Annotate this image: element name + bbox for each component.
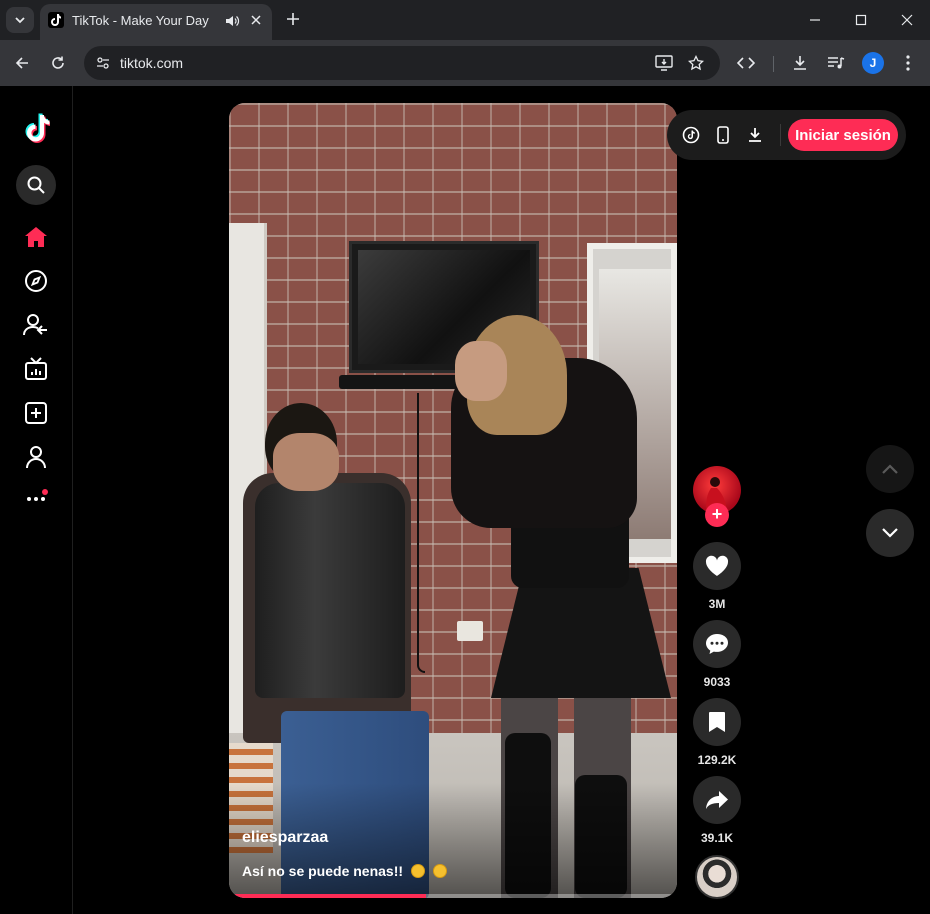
share-arrow-icon [706, 791, 728, 809]
install-app-button[interactable] [652, 51, 676, 75]
video-author[interactable]: eliesparzaa [242, 829, 328, 847]
profile-avatar[interactable]: J [862, 52, 884, 74]
download-video-button[interactable] [743, 123, 767, 147]
video-player[interactable]: eliesparzaa Así no se puede nenas!! [229, 103, 677, 898]
more-vertical-icon [906, 55, 910, 71]
download-icon [794, 56, 806, 70]
arrow-left-icon [15, 57, 28, 69]
downloads-button[interactable] [786, 49, 814, 77]
browser-toolbar: tiktok.com [0, 40, 930, 86]
heart-icon [705, 555, 729, 576]
reload-button[interactable] [44, 49, 72, 77]
search-button[interactable] [16, 165, 56, 205]
tab-search-button[interactable] [6, 7, 34, 33]
chevron-down-icon [882, 528, 898, 538]
maximize-icon [855, 14, 867, 26]
new-tab-button[interactable] [282, 8, 304, 30]
pill-divider [780, 124, 781, 146]
tab-title: TikTok - Make Your Day [72, 13, 209, 28]
plus-icon [287, 13, 299, 25]
tv-icon [25, 357, 47, 380]
compass-icon [25, 270, 47, 292]
comment-icon [706, 634, 728, 654]
user-follow-icon [23, 314, 47, 336]
share-button[interactable] [693, 776, 741, 824]
nav-profile[interactable] [22, 443, 50, 471]
tab-close-button[interactable] [246, 10, 266, 30]
address-bar[interactable]: tiktok.com [84, 46, 720, 80]
tiktok-logo-icon[interactable] [22, 112, 51, 144]
video-scene-soundbar [339, 375, 459, 389]
nav-upload[interactable] [22, 399, 50, 427]
top-actions-bar: Iniciar sesión [667, 110, 906, 160]
close-icon [901, 14, 913, 26]
video-scene-outlet [457, 621, 483, 641]
user-icon [26, 446, 46, 469]
more-dots-icon [27, 497, 45, 501]
browser-menu-button[interactable] [894, 49, 922, 77]
reload-icon [52, 56, 64, 69]
media-controls-button[interactable] [822, 49, 850, 77]
sidebar [0, 86, 73, 914]
video-scene-cable [417, 393, 425, 673]
browser-tab-bar: TikTok - Make Your Day [0, 0, 930, 40]
download-icon [749, 128, 761, 142]
like-button[interactable] [693, 542, 741, 590]
speaker-icon[interactable] [224, 13, 240, 29]
tune-icon [97, 57, 109, 69]
login-button[interactable]: Iniciar sesión [788, 119, 898, 151]
search-icon [27, 176, 45, 194]
minimize-button[interactable] [792, 0, 838, 40]
notification-dot [42, 489, 48, 495]
get-coins-button[interactable] [679, 123, 703, 147]
star-icon [688, 55, 704, 71]
like-count: 3M [708, 597, 726, 611]
code-icon [737, 57, 755, 69]
site-settings-button[interactable] [90, 50, 116, 76]
back-button[interactable] [8, 49, 36, 77]
tears-of-joy-icon [432, 864, 447, 878]
nav-explore[interactable] [22, 267, 50, 295]
phone-icon [717, 126, 729, 144]
video-progress-bar[interactable] [229, 894, 677, 898]
nav-following[interactable] [22, 311, 50, 339]
home-icon [25, 227, 47, 247]
chevron-up-icon [882, 464, 898, 474]
comment-count: 9033 [703, 675, 731, 689]
previous-video-button[interactable] [866, 445, 914, 493]
music-disc-avatar[interactable] [695, 855, 739, 899]
caption-text: Así no se puede nenas!! [242, 863, 404, 879]
smiling-face-icon [410, 864, 425, 878]
minimize-icon [810, 19, 820, 21]
tiktok-favicon-icon [48, 12, 64, 28]
window-close-button[interactable] [884, 0, 930, 40]
save-button[interactable] [693, 698, 741, 746]
next-video-button[interactable] [866, 509, 914, 557]
playlist-music-icon [828, 57, 845, 69]
video-caption: Así no se puede nenas!! [242, 863, 447, 879]
nav-home[interactable] [22, 223, 50, 251]
chevron-down-icon [15, 17, 25, 24]
bookmark-star-button[interactable] [684, 51, 708, 75]
maximize-button[interactable] [838, 0, 884, 40]
comment-button[interactable] [693, 620, 741, 668]
devtools-button[interactable] [732, 49, 760, 77]
browser-tab[interactable]: TikTok - Make Your Day [40, 4, 272, 40]
video-progress-fill [229, 894, 427, 898]
tiktok-page: eliesparzaa Así no se puede nenas!! + 3M… [0, 86, 930, 914]
install-app-icon [655, 55, 673, 71]
save-count: 129.2K [697, 753, 737, 767]
url-text: tiktok.com [120, 55, 184, 71]
tiktok-coin-icon [682, 126, 700, 144]
get-app-button[interactable] [711, 123, 735, 147]
toolbar-divider [773, 56, 774, 72]
nav-live[interactable] [22, 355, 50, 383]
bookmark-icon [709, 712, 725, 732]
follow-button[interactable]: + [705, 503, 729, 527]
share-count: 39.1K [700, 831, 734, 845]
plus-square-icon [25, 402, 47, 424]
close-icon [251, 15, 261, 25]
